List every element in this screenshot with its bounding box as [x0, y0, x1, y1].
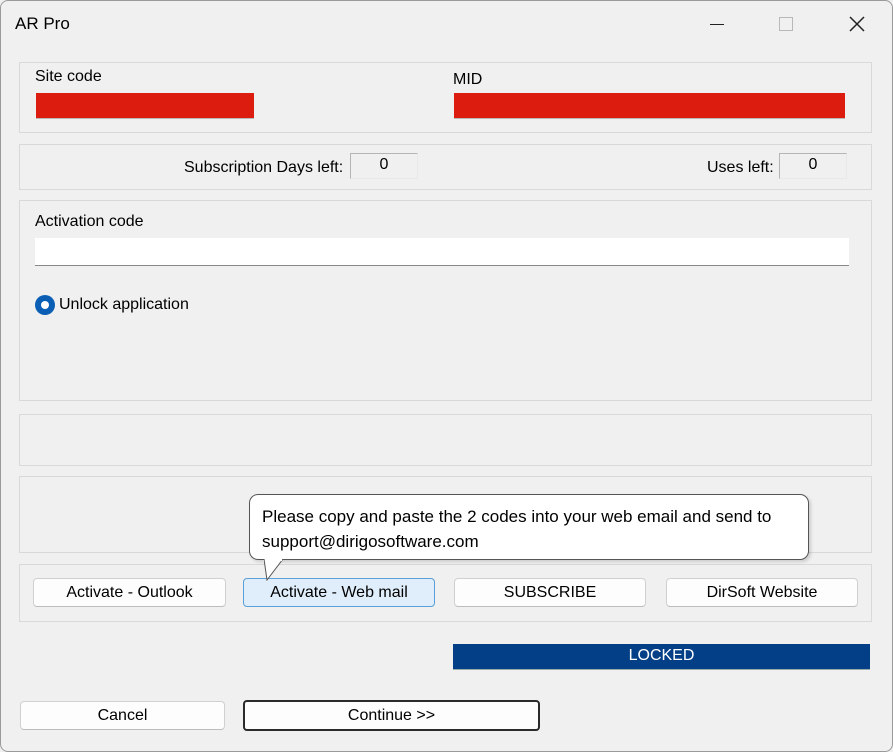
close-button[interactable] — [829, 1, 885, 47]
site-code-field — [36, 93, 254, 119]
tooltip-line-2: support@dirigosoftware.com — [262, 532, 479, 551]
mid-label: MID — [453, 71, 483, 88]
subscription-days-label: Subscription Days left: — [184, 159, 344, 176]
tooltip-pointer-icon — [264, 559, 284, 581]
tooltip-line-1: Please copy and paste the 2 codes into y… — [262, 507, 772, 526]
minimize-button[interactable] — [689, 1, 745, 47]
maximize-button[interactable] — [758, 1, 814, 47]
close-icon — [849, 16, 865, 32]
empty-group-1 — [19, 414, 872, 466]
mid-field — [454, 93, 845, 119]
minimize-icon — [710, 23, 724, 25]
activate-outlook-button[interactable]: Activate - Outlook — [33, 578, 226, 607]
maximize-icon — [779, 17, 793, 31]
site-code-label: Site code — [35, 68, 102, 85]
activate-webmail-button[interactable]: Activate - Web mail — [243, 578, 435, 607]
radio-selected-dot — [41, 301, 49, 309]
activation-code-input[interactable] — [35, 238, 849, 266]
ar-pro-window: AR Pro Site code MID Subscription Days l… — [0, 0, 893, 752]
cancel-button[interactable]: Cancel — [20, 701, 225, 730]
uses-left-value: 0 — [779, 153, 847, 179]
status-indicator: LOCKED — [453, 644, 870, 670]
activation-code-label: Activation code — [35, 213, 144, 230]
unlock-application-radio[interactable] — [35, 295, 55, 315]
uses-left-label: Uses left: — [707, 159, 774, 176]
dirsoft-website-button[interactable]: DirSoft Website — [666, 578, 858, 607]
subscription-days-value: 0 — [350, 153, 418, 179]
subscribe-button[interactable]: SUBSCRIBE — [454, 578, 646, 607]
window-title: AR Pro — [15, 14, 70, 33]
unlock-application-label[interactable]: Unlock application — [59, 296, 189, 314]
title-bar: AR Pro — [1, 1, 892, 47]
webmail-tooltip: Please copy and paste the 2 codes into y… — [249, 494, 809, 560]
continue-button[interactable]: Continue >> — [243, 700, 540, 731]
